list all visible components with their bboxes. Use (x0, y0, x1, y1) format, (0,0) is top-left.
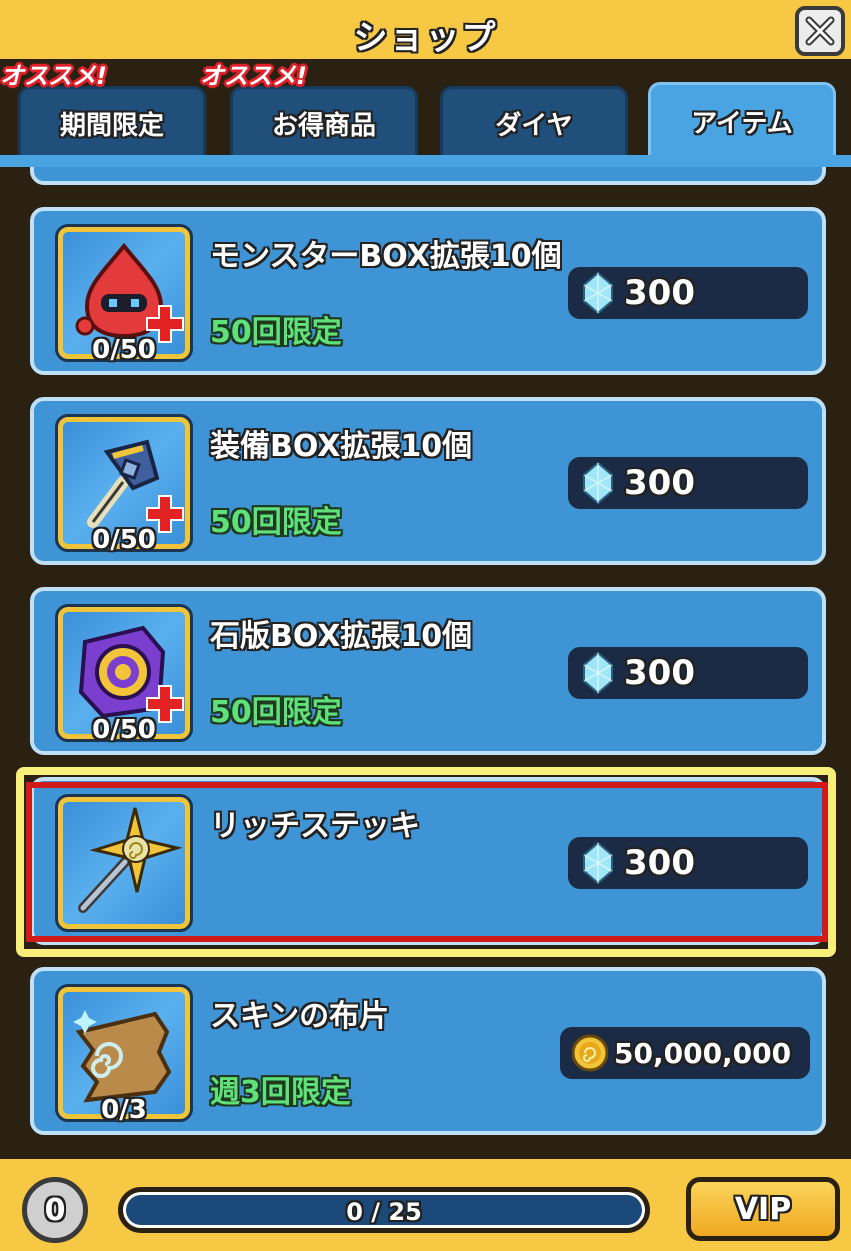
rank-badge: 0 (22, 1177, 88, 1243)
tab-limited-time[interactable]: 期間限定 (18, 86, 206, 158)
item-list[interactable]: 0/50 モンスターBOX拡張10個 50回限定 300 0/50 装備BOX拡… (0, 167, 851, 1142)
item-name: 石版BOX拡張10個 (210, 619, 473, 654)
purchase-limit: 週3回限定 (210, 1075, 351, 1110)
price-button[interactable]: 300 (568, 647, 808, 699)
purchase-limit: 50回限定 (210, 695, 342, 730)
tab-underline (0, 155, 851, 167)
price-value: 50,000,000 (614, 1036, 792, 1070)
page-title: ショップ (353, 18, 498, 58)
purchase-count: 0/50 (92, 335, 156, 365)
tab-label: ダイヤ (495, 111, 573, 141)
close-x-icon (805, 16, 835, 46)
rank-value: 0 (44, 1192, 66, 1228)
purchase-count: 0/50 (92, 715, 156, 745)
vip-button[interactable]: VIP (686, 1177, 840, 1241)
price-value: 300 (624, 653, 695, 693)
selection-border (26, 782, 828, 942)
item-name: モンスターBOX拡張10個 (210, 239, 562, 274)
diamond-icon (583, 461, 613, 505)
tab-bar: 期間限定 オススメ! お得商品 オススメ! ダイヤ アイテム (0, 62, 851, 170)
tab-diamonds[interactable]: ダイヤ (440, 86, 628, 158)
list-item-partial (30, 167, 826, 185)
tab-label: 期間限定 (59, 111, 164, 141)
progress-track: 0 / 25 (126, 1195, 642, 1225)
item-name: スキンの布片 (210, 999, 390, 1034)
price-value: 300 (624, 273, 695, 313)
list-item[interactable]: 0/50 装備BOX拡張10個 50回限定 300 (30, 397, 826, 565)
recommend-badge: オススメ! (0, 62, 107, 90)
coin-icon (572, 1034, 608, 1072)
diamond-icon (583, 271, 613, 315)
tab-value-items[interactable]: お得商品 (230, 86, 418, 158)
purchase-count: 0/50 (92, 525, 156, 555)
tab-label: アイテム (691, 109, 793, 139)
list-item[interactable]: 0/3 スキンの布片 週3回限定 50,000,000 (30, 967, 826, 1135)
diamond-icon (583, 651, 613, 695)
price-value: 300 (624, 463, 695, 503)
vip-progress-bar: 0 / 25 (118, 1187, 650, 1233)
list-item[interactable]: 0/50 石版BOX拡張10個 50回限定 300 (30, 587, 826, 755)
purchase-count: 0/3 (101, 1095, 147, 1125)
item-name: 装備BOX拡張10個 (210, 429, 473, 464)
footer-bar: 0 0 / 25 VIP (0, 1156, 851, 1251)
list-item[interactable]: 0/50 モンスターBOX拡張10個 50回限定 300 (30, 207, 826, 375)
progress-label: 0 / 25 (346, 1198, 422, 1225)
price-button[interactable]: 50,000,000 (560, 1027, 810, 1079)
price-button[interactable]: 300 (568, 457, 808, 509)
recommend-badge: オススメ! (200, 62, 307, 90)
close-button[interactable] (795, 6, 845, 56)
purchase-limit: 50回限定 (210, 315, 342, 350)
purchase-limit: 50回限定 (210, 505, 342, 540)
vip-label: VIP (734, 1191, 792, 1227)
tab-items[interactable]: アイテム (648, 82, 836, 158)
tab-label: お得商品 (271, 111, 376, 141)
price-button[interactable]: 300 (568, 267, 808, 319)
header-bar: ショップ (0, 0, 851, 62)
